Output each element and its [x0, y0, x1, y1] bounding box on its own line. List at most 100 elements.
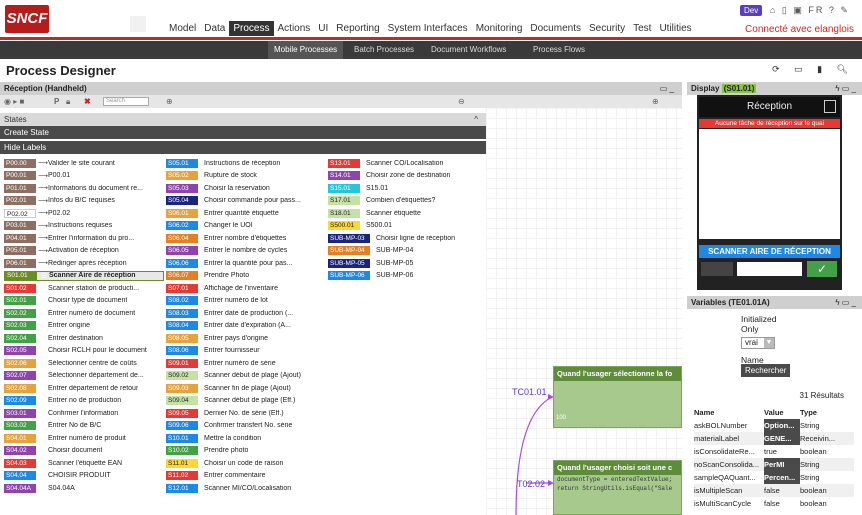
state-item[interactable]: SUB-MP-05 SUB-MP-05: [328, 258, 483, 268]
nav-monitoring[interactable]: Monitoring: [472, 21, 527, 36]
state-item[interactable]: P04.01 ⟶ Entrer l'information du pro...: [4, 233, 164, 243]
panel-controls[interactable]: ϟ ▭ _: [835, 82, 856, 95]
menu-icon[interactable]: [824, 100, 836, 113]
phone-key[interactable]: [701, 262, 733, 276]
state-item[interactable]: S06.06 Entrer la quantité pour pas...: [166, 258, 326, 268]
state-item[interactable]: S02.09 ☰ Entrer no de production: [4, 396, 164, 406]
table-row[interactable]: materialLabel GENE... Receivin...: [694, 432, 854, 445]
state-item[interactable]: S03.01 ☰ Confirmer l'information: [4, 408, 164, 418]
initialized-select[interactable]: vrai ▼: [741, 337, 775, 349]
state-item[interactable]: P01.01 ⟶ Informations du document re...: [4, 183, 164, 193]
state-item[interactable]: S01.01 ☰ Scanner Aire de réception: [4, 270, 164, 281]
nav-process[interactable]: Process: [229, 21, 274, 36]
panel-controls[interactable]: ▭ _: [660, 82, 674, 95]
scan-button[interactable]: SCANNER AIRE DE RÉCEPTION: [699, 245, 840, 258]
search-input[interactable]: Search: [103, 97, 149, 106]
flow-box[interactable]: Quand l'usager choisi soit une c documen…: [553, 460, 682, 515]
table-row[interactable]: noScanConsolida... PerMI String: [694, 458, 854, 471]
add-icon[interactable]: ⊕: [166, 95, 173, 108]
delete-icon[interactable]: ✖: [84, 95, 91, 108]
state-item[interactable]: P00.00 ⟶ Valider le site courant: [4, 158, 164, 168]
user-link[interactable]: Connecté avec elanglois: [745, 24, 854, 35]
state-item[interactable]: S10.01 Mettre la condition: [166, 433, 326, 443]
state-item[interactable]: P00.01 ⟶ P00.01: [4, 171, 164, 181]
states-bar[interactable]: States ^: [0, 113, 486, 126]
state-item[interactable]: S10.02 Prendre photo: [166, 446, 326, 456]
transition-label[interactable]: T02.02: [517, 479, 545, 489]
table-row[interactable]: sampleQAQuant... Percen... String: [694, 471, 854, 484]
page-tools[interactable]: ⟳ ▭ ▮ 🔍︎: [772, 64, 854, 75]
state-item[interactable]: S06.07 Prendre Photo: [166, 271, 326, 281]
column-header[interactable]: Name: [694, 406, 764, 419]
sncf-logo[interactable]: SNCF: [5, 5, 49, 33]
state-item[interactable]: SUB-MP-06 SUB-MP-06: [328, 271, 483, 281]
state-item[interactable]: S02.05 ☰ Choisir RCLH pour le document: [4, 346, 164, 356]
state-item[interactable]: S09.02 Scanner début de plage (Ajout): [166, 371, 326, 381]
nav-actions[interactable]: Actions: [274, 21, 315, 36]
state-item[interactable]: S09.06 Confirmer transfert No. série: [166, 421, 326, 431]
state-item[interactable]: S18.01 Scanner étiquette: [328, 208, 483, 218]
subnav-batch-processes[interactable]: Batch Processes: [348, 41, 420, 59]
state-item[interactable]: S02.03 ☰ Entrer origine: [4, 321, 164, 331]
state-item[interactable]: P03.01 ⟶ Instructions requises: [4, 221, 164, 231]
state-item[interactable]: S02.07 ☰ Sélectionner département de...: [4, 371, 164, 381]
state-item[interactable]: S12.01 Scanner MI/CO/Localisation: [166, 483, 326, 493]
table-row[interactable]: isMultiScanCycle false boolean: [694, 497, 854, 510]
state-item[interactable]: S11.02 Entrer commentaire: [166, 471, 326, 481]
state-item[interactable]: S08.06 Entrer fournisseur: [166, 346, 326, 356]
state-item[interactable]: S02.04 ☰ Entrer destination: [4, 333, 164, 343]
state-item[interactable]: S08.03 Entrer date de production (...: [166, 308, 326, 318]
state-item[interactable]: S09.03 Scanner fin de plage (Ajout): [166, 383, 326, 393]
state-item[interactable]: S09.04 Scanner début de plage (Eff.): [166, 396, 326, 406]
state-item[interactable]: S05.04 Choisir commande pour pass...: [166, 196, 326, 206]
column-header[interactable]: Value: [764, 406, 800, 419]
collapse-icon[interactable]: ^: [474, 113, 478, 126]
state-item[interactable]: S02.01 ☰ Choisir type de document: [4, 296, 164, 306]
state-item[interactable]: P02.01 ⟶ Infos du B/C requises: [4, 196, 164, 206]
state-item[interactable]: S09.01 Entrer numéro de série: [166, 358, 326, 368]
transition-label[interactable]: TC01.01: [512, 387, 547, 397]
state-item[interactable]: S02.02 ☰ Entrer numéro de document: [4, 308, 164, 318]
state-item[interactable]: S04.01 ☰ Entrer numéro de produit: [4, 433, 164, 443]
nav-reporting[interactable]: Reporting: [332, 21, 383, 36]
print-icon[interactable]: P: [54, 95, 59, 108]
zoom-out-icon[interactable]: ⊖: [458, 95, 465, 108]
scan-input[interactable]: [737, 262, 802, 276]
table-row[interactable]: isConsolidateRe... true boolean: [694, 445, 854, 458]
state-item[interactable]: S01.02 ☰ Scanner station de producti...: [4, 283, 164, 293]
nav-utilities[interactable]: Utilities: [655, 21, 695, 36]
panel-controls[interactable]: ϟ ▭ _: [835, 296, 856, 309]
column-header[interactable]: Type: [800, 406, 854, 419]
zoom-in-icon[interactable]: ⊕: [652, 95, 659, 108]
state-item[interactable]: S07.01 Affichage de l'inventaire: [166, 283, 326, 293]
app-switcher[interactable]: [130, 16, 146, 32]
state-item[interactable]: S09.05 Dernier No. de série (Eff.): [166, 408, 326, 418]
nav-data[interactable]: Data: [200, 21, 229, 36]
state-item[interactable]: P05.01 ⟶ Activation de réception: [4, 246, 164, 256]
state-item[interactable]: S04.03 ☰ Scanner l'étiquette EAN: [4, 458, 164, 468]
state-item[interactable]: S08.05 Entrer pays d'origine: [166, 333, 326, 343]
state-item[interactable]: S02.08 ☰ Entrer département de retour: [4, 383, 164, 393]
state-item[interactable]: SUB-MP-04 SUB-MP-04: [328, 246, 483, 256]
state-item[interactable]: S05.02 Rupture de stock: [166, 171, 326, 181]
nav-documents[interactable]: Documents: [526, 21, 585, 36]
nav-security[interactable]: Security: [585, 21, 629, 36]
hide-labels-button[interactable]: Hide Labels: [0, 141, 486, 154]
state-item[interactable]: S03.02 ☰ Entrer No de B/C: [4, 421, 164, 431]
flow-box[interactable]: Quand l'usager sélectionne la fo 100: [553, 366, 682, 428]
nav-system-interfaces[interactable]: System Interfaces: [384, 21, 472, 36]
play-icon[interactable]: ◉ ▸ ■: [4, 95, 24, 108]
state-item[interactable]: S14.01 Choisir zone de destination: [328, 171, 483, 181]
nav-ui[interactable]: UI: [314, 21, 332, 36]
subnav-process-flows[interactable]: Process Flows: [527, 41, 591, 59]
create-state-button[interactable]: Create State: [0, 126, 486, 139]
state-item[interactable]: S04.04 ☰ CHOISIR PRODUIT: [4, 471, 164, 481]
state-item[interactable]: S08.04 Entrer date d'expiration (A...: [166, 321, 326, 331]
state-item[interactable]: S500.01 S500.01: [328, 221, 483, 231]
nav-test[interactable]: Test: [629, 21, 655, 36]
search-button[interactable]: Rechercher: [741, 364, 791, 377]
state-item[interactable]: S02.06 ☰ Sélectionner centre de coûts: [4, 358, 164, 368]
top-icons[interactable]: ⌂ ▯ ▣ FR ? ✎: [770, 5, 850, 16]
subnav-mobile-processes[interactable]: Mobile Processes: [268, 41, 344, 59]
state-item[interactable]: S06.02 Changer le UOI: [166, 221, 326, 231]
